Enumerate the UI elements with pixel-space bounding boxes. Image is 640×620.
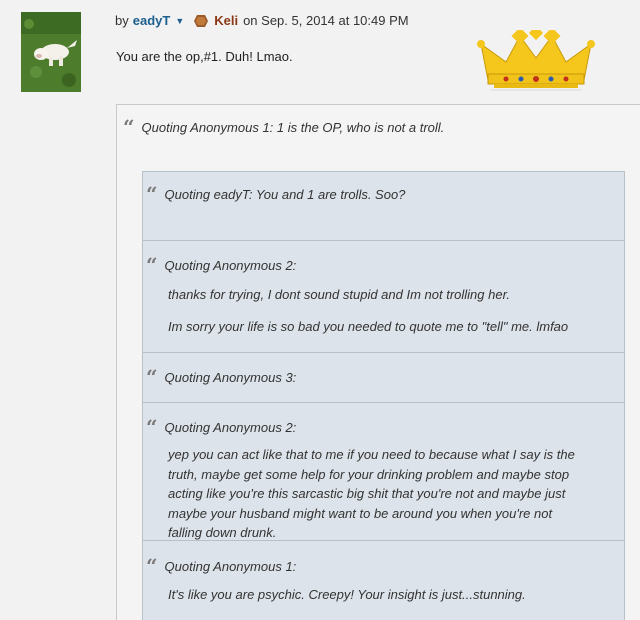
crown-image [477, 30, 595, 91]
quote-mark-icon: “ [146, 253, 158, 277]
quote-line: Im sorry your life is so bad you needed … [168, 319, 569, 334]
quote-header-text: Quoting Anonymous 1: [164, 558, 297, 574]
quote-header-text: Quoting Anonymous 3: [164, 369, 297, 385]
outer-quote-text: Quoting Anonymous 1: 1 is the OP, who is… [141, 119, 445, 135]
recipient-link[interactable]: Keli [214, 13, 238, 28]
quote-text: yep you can act like that to me if you n… [168, 447, 575, 540]
hexagon-badge-icon [194, 14, 209, 27]
quote-mark-icon: “ [146, 554, 158, 578]
quote-block: “ Quoting Anonymous 2: yep you can act l… [143, 403, 624, 541]
post-meta: by eadyT ▼ Keli on Sep. 5, 2014 at 10:49… [115, 13, 409, 28]
quote-mark-icon: “ [123, 115, 135, 139]
quote-header: “ Quoting Anonymous 3: [146, 367, 296, 387]
quote-block: “ Quoting eadyT: You and 1 are trolls. S… [143, 172, 624, 241]
quote-header: “ Quoting eadyT: You and 1 are trolls. S… [146, 184, 405, 204]
quote-header-text: Quoting Anonymous 2: [164, 419, 297, 435]
comment-post: by eadyT ▼ Keli on Sep. 5, 2014 at 10:49… [0, 0, 640, 620]
quote-line: It's like you are psychic. Creepy! Your … [168, 587, 526, 602]
quote-mark-icon: “ [146, 415, 158, 439]
quote-header: “ Quoting Anonymous 1: [146, 556, 296, 576]
quote-block: “ Quoting Anonymous 1: It's like you are… [143, 541, 624, 620]
nested-quotes: “ Quoting eadyT: You and 1 are trolls. S… [142, 171, 625, 620]
outer-quote-header: “ Quoting Anonymous 1: 1 is the OP, who … [123, 117, 444, 137]
quote-mark-icon: “ [146, 365, 158, 389]
quote-header: “ Quoting Anonymous 2: [146, 255, 296, 275]
author-link[interactable]: eadyT [133, 13, 171, 28]
avatar[interactable] [21, 12, 81, 92]
quote-header-text: Quoting Anonymous 2: [164, 257, 297, 273]
outer-quote: “ Quoting Anonymous 1: 1 is the OP, who … [116, 104, 640, 620]
post-date: on Sep. 5, 2014 at 10:49 PM [243, 13, 409, 28]
avatar-image [21, 12, 81, 92]
quote-header-text: Quoting eadyT: You and 1 are trolls. Soo… [164, 186, 406, 202]
quote-block: “ Quoting Anonymous 3: [143, 353, 624, 403]
post-body: You are the op,#1. Duh! Lmao. [116, 49, 293, 64]
quote-mark-icon: “ [146, 182, 158, 206]
quote-line: thanks for trying, I dont sound stupid a… [168, 287, 511, 302]
quote-block: “ Quoting Anonymous 2: thanks for trying… [143, 241, 624, 353]
quote-header: “ Quoting Anonymous 2: [146, 417, 296, 437]
chevron-down-icon[interactable]: ▼ [175, 16, 184, 26]
by-label: by [115, 13, 129, 28]
